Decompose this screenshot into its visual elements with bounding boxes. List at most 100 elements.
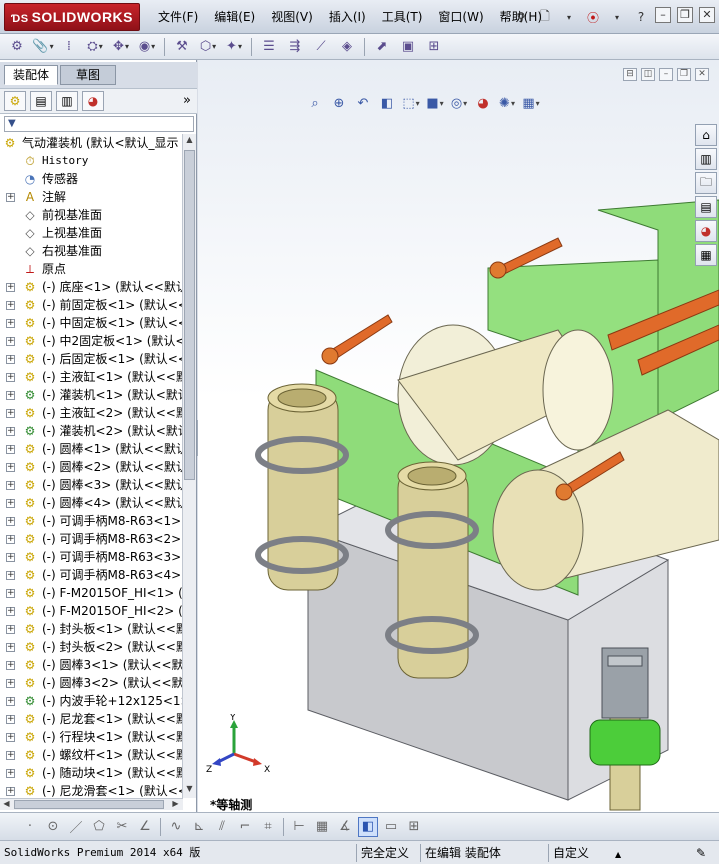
expand-icon[interactable]: +: [6, 193, 15, 202]
tree-item[interactable]: + ⚙ (-) 圆棒<4> (默认<<默认: [0, 494, 183, 512]
instant3d-icon[interactable]: ⬈: [371, 37, 393, 57]
scroll-up-icon[interactable]: ▲: [184, 135, 195, 147]
reference-geometry-icon[interactable]: ⬡: [197, 37, 219, 57]
expand-icon[interactable]: +: [6, 571, 15, 580]
expand-icon[interactable]: +: [6, 319, 15, 328]
rebuild-light-icon[interactable]: ⦿: [584, 8, 602, 26]
exploded-view-icon[interactable]: ⇶: [284, 37, 306, 57]
snapshot-icon[interactable]: ⊞: [423, 37, 445, 57]
tab-sketch[interactable]: 草图: [60, 65, 116, 85]
corner-rectangle-icon[interactable]: ⌐: [235, 817, 255, 837]
menu-window[interactable]: 窗口(W): [430, 0, 491, 34]
tree-item[interactable]: + ⚙ (-) 随动块<1> (默认<<默: [0, 764, 183, 782]
move-component-icon[interactable]: ✥: [110, 37, 132, 57]
tree-item[interactable]: + ⚙ (-) 可调手柄M8-R63<1> (: [0, 512, 183, 530]
tree-item[interactable]: + ⚙ (-) 中固定板<1> (默认<<: [0, 314, 183, 332]
spline-icon[interactable]: ∿: [166, 817, 186, 837]
insert-component-icon[interactable]: ⚙: [6, 37, 28, 57]
dropdown-arrow-icon[interactable]: ▾: [560, 8, 578, 26]
expand-icon[interactable]: +: [6, 499, 15, 508]
expand-icon[interactable]: +: [6, 787, 15, 796]
expand-icon[interactable]: +: [6, 697, 15, 706]
scroll-thumb[interactable]: [184, 150, 195, 480]
propertymanager-tab-icon[interactable]: ▤: [30, 91, 52, 111]
tree-item[interactable]: + ⚙ (-) 行程块<1> (默认<<默: [0, 728, 183, 746]
interference-detection-icon[interactable]: ◈: [336, 37, 358, 57]
four-view-icon[interactable]: ⊞: [404, 817, 424, 837]
menu-edit[interactable]: 编辑(E): [206, 0, 263, 34]
tab-assembly[interactable]: 装配体: [4, 65, 59, 85]
pin-icon[interactable]: ⚲: [512, 8, 530, 26]
dimension-icon[interactable]: ⊢: [289, 817, 309, 837]
expand-icon[interactable]: +: [6, 769, 15, 778]
zoom-to-area-icon[interactable]: ⊕: [330, 94, 348, 112]
graphics-area[interactable]: ⊟ ◫ – ❐ ✕ ⌕ ⊕ ↶ ◧ ⬚ ■ ◎ ◕ ✺ ▦ ⌂ ▥ 🗀 ▤ ◕ …: [198, 60, 719, 812]
bill-of-materials-icon[interactable]: ☰: [258, 37, 280, 57]
tree-item[interactable]: ◔ 传感器: [0, 170, 183, 188]
tree-item[interactable]: + ⚙ (-) 灌装机<2> (默认<默认: [0, 422, 183, 440]
custom-properties-icon[interactable]: ▦: [695, 244, 717, 266]
large-assembly-icon[interactable]: ▣: [397, 37, 419, 57]
menu-view[interactable]: 视图(V): [263, 0, 321, 34]
hide-show-items-icon[interactable]: ◎: [450, 94, 468, 112]
scroll-right-icon[interactable]: ▶: [170, 799, 181, 811]
expand-icon[interactable]: +: [6, 751, 15, 760]
home-icon[interactable]: ⌂: [695, 124, 717, 146]
tree-item[interactable]: + ⚙ (-) 后固定板<1> (默认<<: [0, 350, 183, 368]
tree-item[interactable]: + ⚙ (-) 可调手柄M8-R63<3> (: [0, 548, 183, 566]
tree-item[interactable]: + ⚙ (-) 底座<1> (默认<<默认: [0, 278, 183, 296]
panel-more-icon[interactable]: »: [183, 93, 191, 108]
trim-icon[interactable]: ✂: [112, 817, 132, 837]
apply-scene-icon[interactable]: ✺: [498, 94, 516, 112]
display-style-icon[interactable]: ■: [426, 94, 444, 112]
tree-item[interactable]: + ⚙ (-) 前固定板<1> (默认<<: [0, 296, 183, 314]
tree-vertical-scrollbar[interactable]: ▲ ▼: [182, 134, 196, 798]
new-document-icon[interactable]: 🗋: [536, 8, 554, 26]
mate-icon[interactable]: 📎: [32, 37, 54, 57]
scroll-left-icon[interactable]: ◀: [1, 799, 12, 811]
chamfer-icon[interactable]: ⊾: [189, 817, 209, 837]
configurationmanager-tab-icon[interactable]: ▥: [56, 91, 78, 111]
menu-tools[interactable]: 工具(T): [374, 0, 431, 34]
help-icon[interactable]: ?: [632, 8, 650, 26]
tree-item[interactable]: + ⚙ (-) 圆棒<1> (默认<<默认: [0, 440, 183, 458]
design-library-icon[interactable]: ▥: [695, 148, 717, 170]
expand-icon[interactable]: +: [6, 679, 15, 688]
units-status[interactable]: 自定义 ▲: [548, 844, 668, 862]
view-palette-icon[interactable]: ▤: [695, 196, 717, 218]
menu-file[interactable]: 文件(F): [150, 0, 206, 34]
expand-icon[interactable]: +: [6, 517, 15, 526]
menu-insert[interactable]: 插入(I): [321, 0, 374, 34]
tree-item[interactable]: + ⚙ (-) F-M2015OF_HI<2> (默: [0, 602, 183, 620]
tree-item[interactable]: + ⚙ (-) 主液缸<2> (默认<<默: [0, 404, 183, 422]
expand-icon[interactable]: +: [6, 283, 15, 292]
tree-item[interactable]: ◇ 前视基准面: [0, 206, 183, 224]
expand-icon[interactable]: +: [6, 337, 15, 346]
section-view-icon[interactable]: ◧: [378, 94, 396, 112]
expand-icon[interactable]: +: [6, 445, 15, 454]
grid-icon[interactable]: ▦: [312, 817, 332, 837]
expand-icon[interactable]: +: [6, 427, 15, 436]
rebuild-pencil-icon[interactable]: ✎: [696, 844, 706, 862]
tree-filter[interactable]: ▼: [4, 116, 194, 132]
close-icon[interactable]: ✕: [699, 7, 715, 23]
dropdown-arrow-icon[interactable]: ▾: [608, 8, 626, 26]
extend-icon[interactable]: ∠: [135, 817, 155, 837]
scroll-thumb[interactable]: [14, 800, 164, 809]
angle-icon[interactable]: ∡: [335, 817, 355, 837]
expand-icon[interactable]: +: [6, 301, 15, 310]
tree-item[interactable]: + ⚙ (-) 可调手柄M8-R63<2> (: [0, 530, 183, 548]
file-explorer-icon[interactable]: 🗀: [695, 172, 717, 194]
tree-item[interactable]: ⟂ 原点: [0, 260, 183, 278]
construction-icon[interactable]: ⌗: [258, 817, 278, 837]
tree-item[interactable]: + ⚙ (-) 灌装机<1> (默认<默认: [0, 386, 183, 404]
tree-item[interactable]: + ⚙ (-) 可调手柄M8-R63<4> (: [0, 566, 183, 584]
tree-item[interactable]: + ⚙ (-) 圆棒3<2> (默认<<默认: [0, 674, 183, 692]
viewport-close-icon[interactable]: ✕: [695, 68, 709, 81]
minimize-icon[interactable]: –: [655, 7, 671, 23]
tree-item[interactable]: + ⚙ (-) 尼龙套<1> (默认<<默: [0, 710, 183, 728]
circle-icon[interactable]: ⊙: [43, 817, 63, 837]
display-manager-tab-icon[interactable]: ◕: [82, 91, 104, 111]
tree-item[interactable]: + ⚙ (-) 圆棒<3> (默认<<默认: [0, 476, 183, 494]
tree-item[interactable]: + ⚙ (-) 圆棒<2> (默认<<默认: [0, 458, 183, 476]
